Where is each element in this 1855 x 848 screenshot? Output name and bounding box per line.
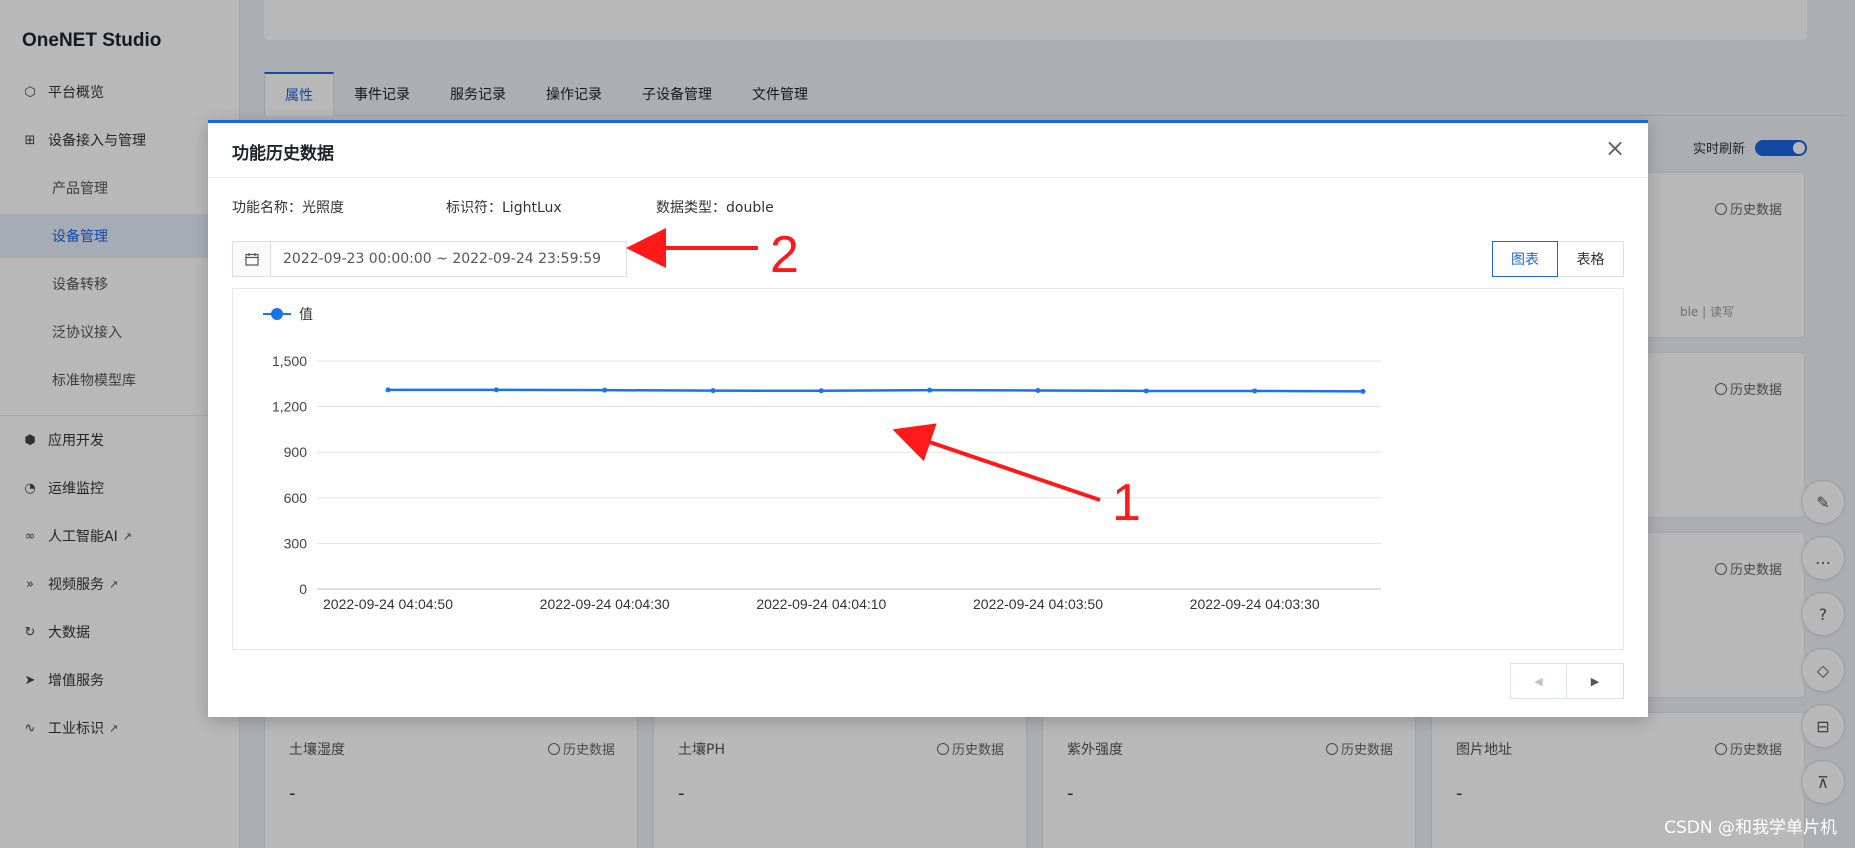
- data-point: [602, 387, 608, 393]
- data-point: [710, 388, 716, 394]
- y-tick-label: 0: [299, 581, 307, 597]
- date-range-picker[interactable]: 2022-09-23 00:00:00 ~ 2022-09-24 23:59:5…: [232, 241, 627, 277]
- identifier-value: LightLux: [502, 200, 562, 216]
- y-tick-label: 1,500: [272, 353, 307, 369]
- x-tick-label: 2022-09-24 04:03:50: [973, 596, 1103, 612]
- modal-divider: [208, 177, 1648, 178]
- data-point: [818, 388, 824, 394]
- line-chart-svg: 0 300 600 900 1,200 1,500 2022-09-24 04:04:50 2…: [263, 307, 1381, 612]
- data-point: [927, 387, 933, 393]
- data-point: [493, 387, 499, 393]
- function-name-value: 光照度: [302, 200, 344, 216]
- data-point: [1252, 388, 1258, 394]
- x-tick-label: 2022-09-24 04:04:50: [323, 596, 453, 612]
- data-type-value: double: [726, 200, 774, 216]
- series-line: [388, 388, 1364, 393]
- meta-data-type: 数据类型：double: [656, 200, 774, 216]
- legend-marker: [271, 308, 283, 320]
- meta-function-name: 功能名称：光照度: [232, 200, 344, 216]
- y-tick-label: 900: [284, 444, 308, 460]
- watermark: CSDN @和我学单片机: [1664, 818, 1837, 838]
- data-point: [1035, 387, 1041, 393]
- prev-page-button[interactable]: ◀: [1510, 663, 1567, 699]
- history-chart: 0 300 600 900 1,200 1,500 2022-09-24 04:04:50 2…: [232, 288, 1624, 650]
- view-chart-button[interactable]: 图表: [1492, 241, 1558, 277]
- data-point: [385, 387, 391, 393]
- data-point: [1143, 388, 1149, 394]
- y-tick-label: 300: [284, 535, 308, 551]
- data-point: [1360, 388, 1366, 394]
- close-icon[interactable]: ×: [1602, 134, 1628, 162]
- x-tick-label: 2022-09-24 04:04:30: [540, 596, 670, 612]
- date-range-value: 2022-09-23 00:00:00 ~ 2022-09-24 23:59:5…: [283, 251, 602, 267]
- history-data-modal: 功能历史数据 × 功能名称：光照度 标识符：LightLux 数据类型：doub…: [208, 120, 1648, 717]
- view-toggle: 图表 表格: [1492, 241, 1624, 277]
- chart-pager: ◀ ▶: [1510, 663, 1624, 699]
- x-tick-label: 2022-09-24 04:04:10: [756, 596, 886, 612]
- x-tick-label: 2022-09-24 04:03:30: [1190, 596, 1320, 612]
- y-tick-label: 600: [284, 490, 308, 506]
- meta-identifier: 标识符：LightLux: [446, 200, 562, 216]
- calendar-icon: [233, 242, 271, 276]
- y-tick-label: 1,200: [272, 399, 307, 415]
- legend-label: 值: [299, 307, 313, 323]
- modal-title: 功能历史数据: [232, 144, 334, 164]
- next-page-button[interactable]: ▶: [1567, 663, 1624, 699]
- view-table-button[interactable]: 表格: [1558, 241, 1624, 277]
